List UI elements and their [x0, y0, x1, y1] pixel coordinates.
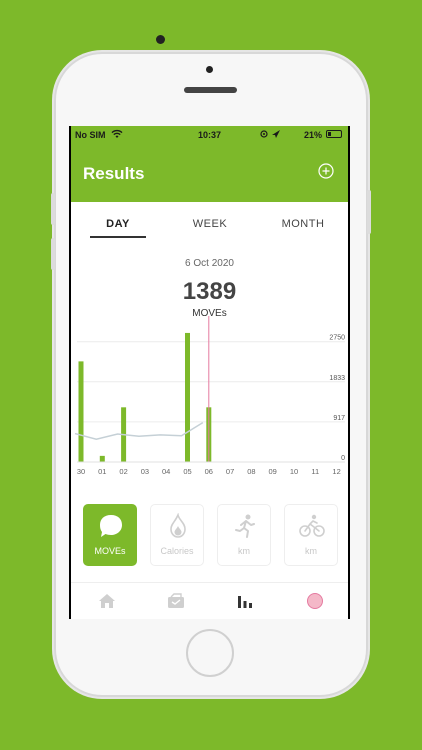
app-header: Results	[71, 144, 348, 202]
summary-value: 1389	[182, 278, 237, 305]
flame-icon	[170, 513, 186, 538]
tab-month[interactable]: MONTH	[268, 218, 338, 230]
battery-percent: 21%	[303, 130, 322, 140]
x-tick-label: 30	[77, 467, 85, 476]
battery-icon	[326, 130, 342, 138]
x-tick-label: 02	[119, 467, 127, 476]
x-tick-label: 04	[162, 467, 170, 476]
trend-line	[74, 421, 204, 441]
home-icon[interactable]	[97, 592, 117, 610]
x-tick-label: 10	[290, 467, 298, 476]
y-tick-label: 1833	[329, 375, 345, 382]
x-tick-label: 07	[226, 467, 234, 476]
x-tick-label: 03	[141, 467, 149, 476]
moves-icon	[100, 515, 122, 537]
card-cycling-label: km	[305, 546, 317, 556]
x-tick-label: 01	[98, 467, 106, 476]
card-moves-label: MOVEs	[94, 546, 126, 556]
card-calories-label: Calories	[160, 546, 194, 556]
x-tick-label: 05	[183, 467, 191, 476]
add-circle-icon[interactable]	[318, 163, 334, 179]
tab-week[interactable]: WEEK	[175, 218, 245, 230]
selected-date: 6 Oct 2020	[185, 258, 234, 269]
profile-icon[interactable]	[305, 592, 325, 610]
y-tick-label: 2750	[329, 335, 345, 342]
status-bar: No SIM 10:37 21%	[71, 126, 348, 144]
card-running-label: km	[238, 546, 250, 556]
x-tick-label: 11	[311, 467, 319, 476]
x-tick-label: 06	[205, 467, 213, 476]
y-tick-label: 917	[333, 415, 345, 422]
chart-bar	[78, 361, 84, 462]
card-moves[interactable]: MOVEs	[83, 504, 137, 566]
active-tab-indicator	[90, 236, 146, 238]
card-calories[interactable]: Calories	[150, 504, 204, 566]
chart-bar	[99, 455, 105, 462]
wallet-icon[interactable]	[166, 592, 186, 610]
volume-down-button	[51, 238, 55, 270]
moves-bar-chart[interactable]: 0 917 1833 2750 30 01 02 03 04 05 06 07 08 09 10 11 12	[71, 316, 348, 481]
x-tick-label: 12	[332, 467, 340, 476]
volume-up-button	[51, 193, 55, 225]
phone-screen: No SIM 10:37 21% Results DAY WEEK MONTH …	[69, 126, 350, 619]
y-tick-label: 0	[341, 455, 345, 462]
running-icon	[235, 514, 255, 538]
x-tick-label: 09	[269, 467, 277, 476]
cycling-icon	[299, 514, 325, 537]
power-button	[367, 190, 371, 234]
stats-icon[interactable]	[235, 592, 255, 610]
app-screen: No SIM 10:37 21% Results DAY WEEK MONTH …	[71, 126, 348, 619]
card-running[interactable]: km	[217, 504, 271, 566]
chart-bar	[185, 332, 190, 462]
page-title: Results	[83, 164, 145, 183]
x-tick-label: 08	[247, 467, 255, 476]
card-cycling[interactable]: km	[284, 504, 338, 566]
proximity-sensor	[206, 66, 213, 73]
bottom-tab-bar	[71, 582, 348, 619]
location-arrow-icon	[260, 130, 280, 138]
front-camera	[156, 35, 165, 44]
earpiece-speaker	[184, 87, 237, 93]
home-button[interactable]	[186, 629, 234, 677]
tab-day[interactable]: DAY	[83, 218, 153, 230]
activity-cards: MOVEs Calories km km	[71, 504, 348, 574]
